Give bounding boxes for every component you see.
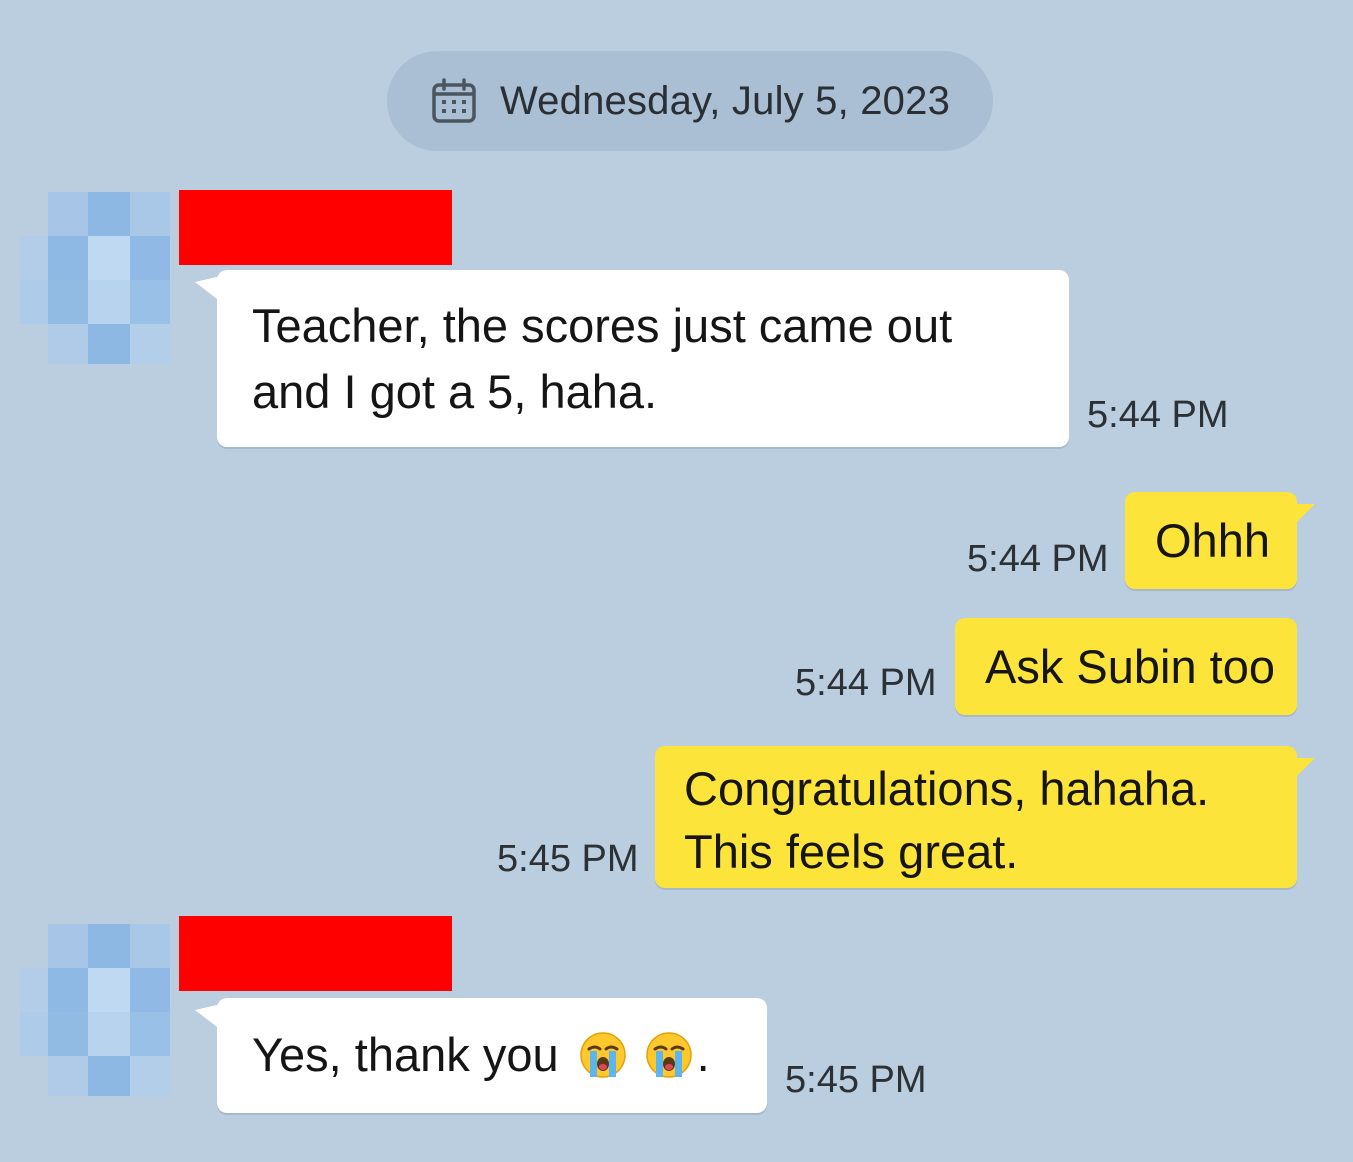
message-time: 5:45 PM [497, 838, 639, 880]
message-time: 5:44 PM [967, 538, 1109, 580]
message-bubble-incoming[interactable]: Teacher, the scores just came out and I … [195, 270, 1069, 447]
bubble-tail [1289, 758, 1315, 784]
message-bubble-incoming[interactable]: Yes, thank you . [195, 998, 767, 1113]
message-time: 5:44 PM [795, 662, 937, 704]
loudly-crying-face-icon [579, 1031, 627, 1079]
sender-name-redacted [179, 190, 452, 265]
bubble-tail [195, 276, 221, 302]
message-bubble-outgoing[interactable]: Ask Subin too [955, 618, 1297, 715]
avatar[interactable] [20, 192, 180, 366]
sender-name-redacted [179, 916, 452, 991]
message-text: Teacher, the scores just came out and I … [252, 299, 953, 418]
loudly-crying-face-icon [645, 1031, 693, 1079]
message-bubble-outgoing[interactable]: Ohhh [1125, 492, 1315, 589]
message-text: Yes, thank you [252, 1028, 559, 1081]
date-divider: Wednesday, July 5, 2023 [387, 51, 993, 151]
message-time: 5:44 PM [1087, 394, 1229, 436]
bubble-tail [195, 1004, 221, 1030]
date-label: Wednesday, July 5, 2023 [499, 78, 951, 123]
message-bubble-outgoing[interactable]: Congratulations, hahaha. This feels grea… [655, 746, 1315, 888]
avatar[interactable] [20, 924, 180, 1098]
bubble-tail [1289, 504, 1315, 530]
message-text: Ohhh [1155, 514, 1270, 567]
calendar-icon [432, 78, 476, 123]
message-time: 5:45 PM [785, 1059, 927, 1101]
message-trailing-text: . [696, 1028, 710, 1081]
message-text: Ask Subin too [985, 640, 1276, 693]
message-text: Congratulations, hahaha. This feels grea… [684, 762, 1210, 878]
